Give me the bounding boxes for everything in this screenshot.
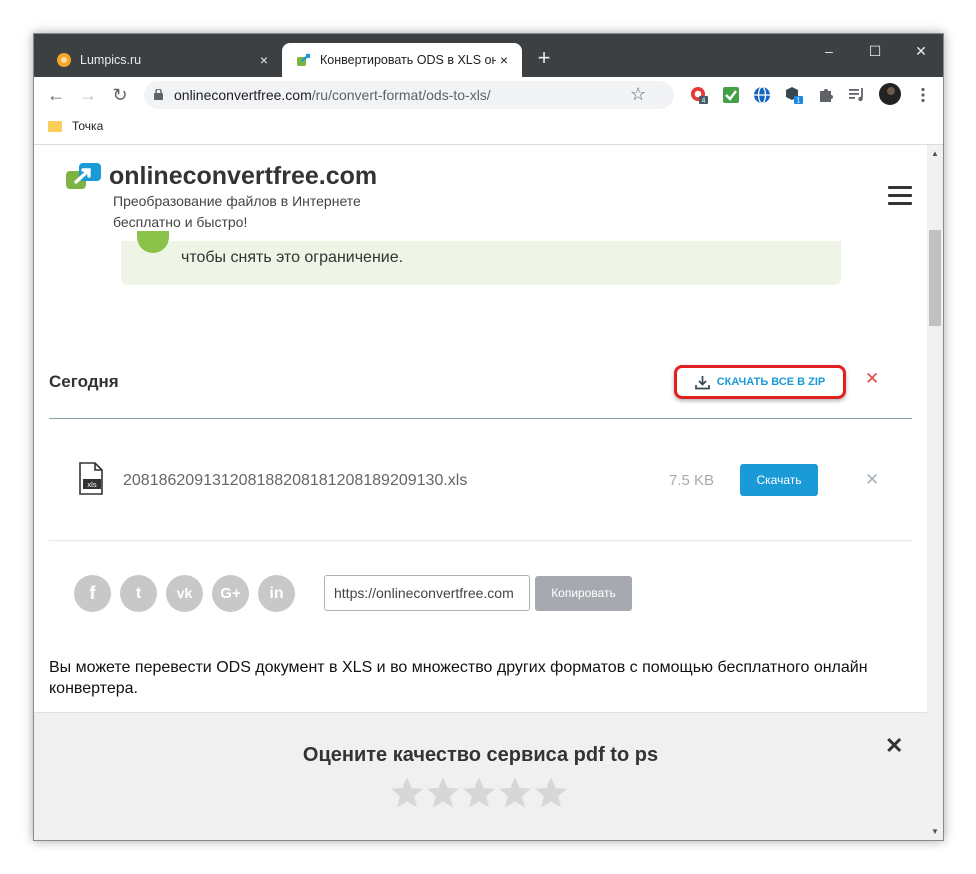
notice-box: чтобы снять это ограничение. xyxy=(121,231,841,285)
vk-share-icon[interactable]: vk xyxy=(166,575,203,612)
site-logo-icon[interactable] xyxy=(66,161,102,191)
scroll-up-icon[interactable]: ▲ xyxy=(927,149,943,158)
bookmark-label: Точка xyxy=(72,119,104,133)
media-control-icon[interactable] xyxy=(848,86,866,104)
box-badge: 1 xyxy=(797,98,801,105)
globe-icon[interactable] xyxy=(753,86,771,104)
twitter-share-icon[interactable]: t xyxy=(120,575,157,612)
opera-red-icon[interactable]: 4 xyxy=(690,86,708,104)
box-icon[interactable]: 1 xyxy=(785,86,803,104)
star-icon[interactable] xyxy=(425,775,461,811)
lock-icon xyxy=(154,89,163,100)
star-icon[interactable] xyxy=(461,775,497,811)
site-brand[interactable]: onlineconvertfree.com xyxy=(109,162,377,191)
browser-toolbar: ← → ↻ onlineconvertfree.com/ru/convert-f… xyxy=(34,77,943,113)
tab-lumpics[interactable]: Lumpics.ru × xyxy=(42,43,282,77)
file-name: 208186209131208188208181208189209130.xls xyxy=(123,472,468,489)
rating-stars xyxy=(389,775,569,811)
rating-title: Оцените качество сервиса pdf to ps xyxy=(302,744,659,766)
reload-button[interactable]: ↻ xyxy=(108,83,132,107)
url-text: onlineconvertfree.com/ru/convert-format/… xyxy=(174,87,491,103)
download-all-zip-button[interactable]: СКАЧАТЬ ВСЕ В ZIP xyxy=(674,365,846,399)
url-host: onlineconvertfree.com xyxy=(174,87,312,103)
maximize-button[interactable]: ☐ xyxy=(852,37,898,65)
clear-all-close-icon[interactable]: ✕ xyxy=(865,369,879,389)
tab-convert[interactable]: Конвертировать ODS в XLS онл × xyxy=(282,43,522,77)
xls-file-icon: xls xyxy=(79,462,103,495)
star-icon[interactable] xyxy=(533,775,569,811)
file-size: 7.5 KB xyxy=(669,472,715,489)
site-tagline: Преобразование файлов в Интернете беспла… xyxy=(113,193,361,230)
avatar[interactable] xyxy=(879,83,901,105)
tab-close-icon[interactable]: × xyxy=(256,52,272,68)
url-path: /ru/convert-format/ods-to-xls/ xyxy=(311,87,491,103)
tab-title: Lumpics.ru xyxy=(80,53,142,67)
folder-icon xyxy=(48,120,62,132)
copy-button[interactable]: Копировать xyxy=(535,576,632,611)
description-text: Вы можете перевести ODS документ в XLS и… xyxy=(49,659,868,697)
notice-text: чтобы снять это ограничение. xyxy=(181,249,404,266)
browser-window: Lumpics.ru × Конвертировать ODS в XLS он… xyxy=(33,33,944,841)
back-button[interactable]: ← xyxy=(44,83,68,107)
star-icon[interactable] xyxy=(389,775,425,811)
facebook-share-icon[interactable]: f xyxy=(74,575,111,612)
rating-close-icon[interactable]: ✕ xyxy=(885,733,903,759)
download-icon xyxy=(694,375,710,389)
menu-icon[interactable] xyxy=(888,186,912,206)
divider xyxy=(49,540,912,541)
download-button[interactable]: Скачать xyxy=(740,464,818,496)
page-scrollbar[interactable]: ▲ ▼ xyxy=(927,145,943,840)
new-tab-button[interactable]: + xyxy=(532,46,556,70)
tab-close-icon[interactable]: × xyxy=(496,52,512,68)
close-window-button[interactable]: ✕ xyxy=(898,37,943,65)
file-type-label: xls xyxy=(87,480,96,489)
lumpics-favicon-icon xyxy=(57,53,71,67)
tab-title: Конвертировать ODS в XLS онл xyxy=(320,53,496,67)
address-bar[interactable]: onlineconvertfree.com/ru/convert-format/… xyxy=(144,81,674,109)
puzzle-icon[interactable] xyxy=(817,86,835,104)
green-check-icon[interactable] xyxy=(722,86,740,104)
linkedin-share-icon[interactable]: in xyxy=(258,575,295,612)
rating-panel: Оцените качество сервиса pdf to ps ✕ xyxy=(34,712,927,840)
bookmark-tochka[interactable]: Точка xyxy=(48,119,103,133)
section-title: Сегодня xyxy=(49,372,119,391)
share-link-input[interactable] xyxy=(324,575,530,611)
bookmarks-bar: Точка xyxy=(34,113,943,145)
zip-button-label: СКАЧАТЬ ВСЕ В ZIP xyxy=(716,376,826,388)
remove-file-close-icon[interactable]: ✕ xyxy=(865,470,879,490)
scrollbar-thumb[interactable] xyxy=(929,230,941,326)
opera-badge: 4 xyxy=(702,98,706,105)
site-favicon-icon xyxy=(297,53,311,66)
star-icon[interactable] xyxy=(497,775,533,811)
notice-circle-icon xyxy=(137,231,169,253)
title-bar: Lumpics.ru × Конвертировать ODS в XLS он… xyxy=(34,34,943,77)
googleplus-share-icon[interactable]: G+ xyxy=(212,575,249,612)
page-content: onlineconvertfree.com Преобразование фай… xyxy=(34,145,927,840)
minimize-button[interactable]: – xyxy=(806,37,852,65)
more-icon[interactable] xyxy=(914,86,932,104)
divider xyxy=(49,418,912,419)
forward-button[interactable]: → xyxy=(76,83,100,107)
scroll-down-icon[interactable]: ▼ xyxy=(927,827,943,836)
